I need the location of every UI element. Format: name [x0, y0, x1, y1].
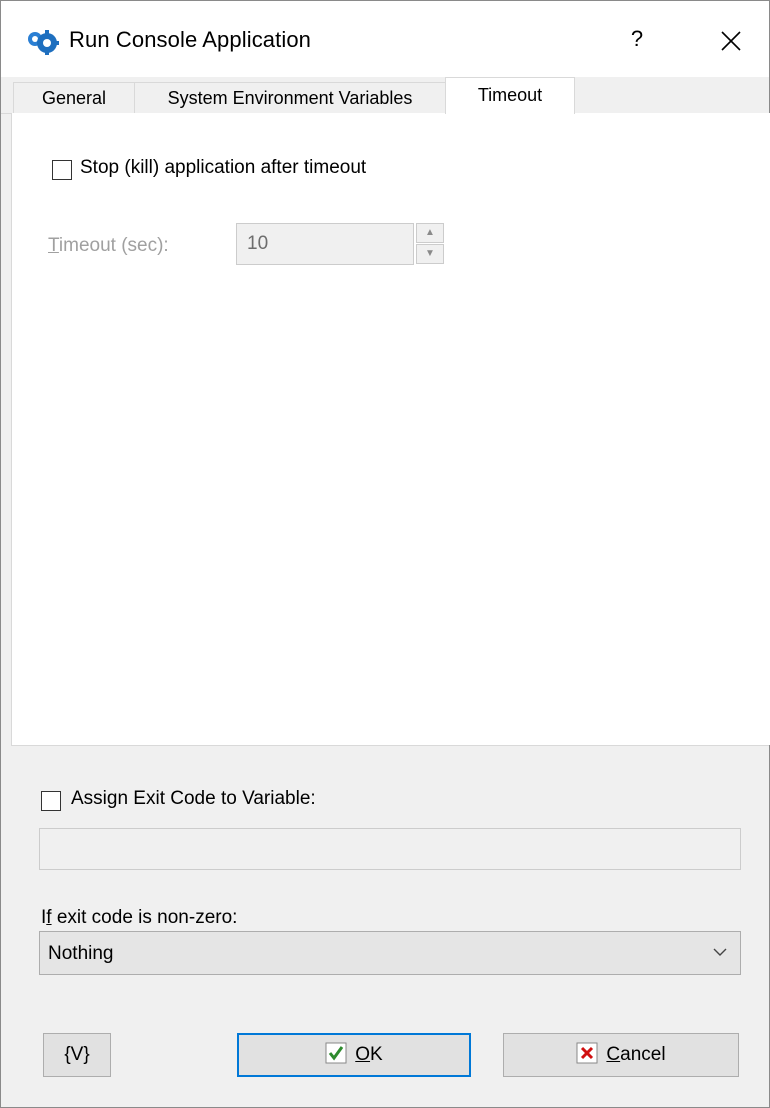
- if-exit-code-selected-value: Nothing: [48, 943, 114, 964]
- stop-after-timeout-label[interactable]: Stop (kill) application after timeout: [80, 157, 366, 179]
- spin-up-arrow-icon[interactable]: ▲: [416, 223, 444, 243]
- help-button[interactable]: ?: [607, 17, 667, 61]
- variables-button[interactable]: {V}: [43, 1033, 111, 1077]
- timeout-spinner[interactable]: ▲ ▼: [416, 223, 444, 265]
- tab-system-environment-variables[interactable]: System Environment Variables: [134, 82, 446, 113]
- cancel-button[interactable]: Cancel: [503, 1033, 739, 1077]
- tab-strip: General System Environment Variables Tim…: [1, 77, 769, 114]
- tab-timeout[interactable]: Timeout: [445, 77, 575, 114]
- if-exit-code-select[interactable]: Nothing: [39, 931, 741, 975]
- tab-general[interactable]: General: [13, 82, 135, 113]
- assign-exit-code-checkbox[interactable]: [41, 791, 61, 811]
- timeout-seconds-label: Timeout (sec):: [48, 235, 169, 256]
- close-icon: [721, 31, 741, 51]
- timeout-seconds-input[interactable]: 10: [236, 223, 414, 265]
- if-exit-code-label: If exit code is non-zero:: [41, 907, 238, 928]
- section-divider: [11, 745, 769, 746]
- title-bar: Run Console Application ?: [1, 1, 769, 77]
- ok-button[interactable]: OK: [237, 1033, 471, 1077]
- close-button[interactable]: [701, 17, 761, 61]
- exit-code-variable-input[interactable]: [39, 828, 741, 870]
- timeout-tab-page: Stop (kill) application after timeout Ti…: [11, 113, 770, 745]
- run-console-application-dialog: Run Console Application ? General System…: [0, 0, 770, 1108]
- stop-after-timeout-checkbox[interactable]: [52, 160, 72, 180]
- checkmark-icon: [325, 1042, 347, 1064]
- assign-exit-code-label[interactable]: Assign Exit Code to Variable:: [71, 788, 316, 810]
- console-app-gear-icon: [25, 27, 59, 55]
- chevron-down-icon: [713, 948, 727, 956]
- cancel-x-icon: [576, 1042, 598, 1064]
- spin-down-arrow-icon[interactable]: ▼: [416, 244, 444, 264]
- window-title: Run Console Application: [69, 27, 312, 52]
